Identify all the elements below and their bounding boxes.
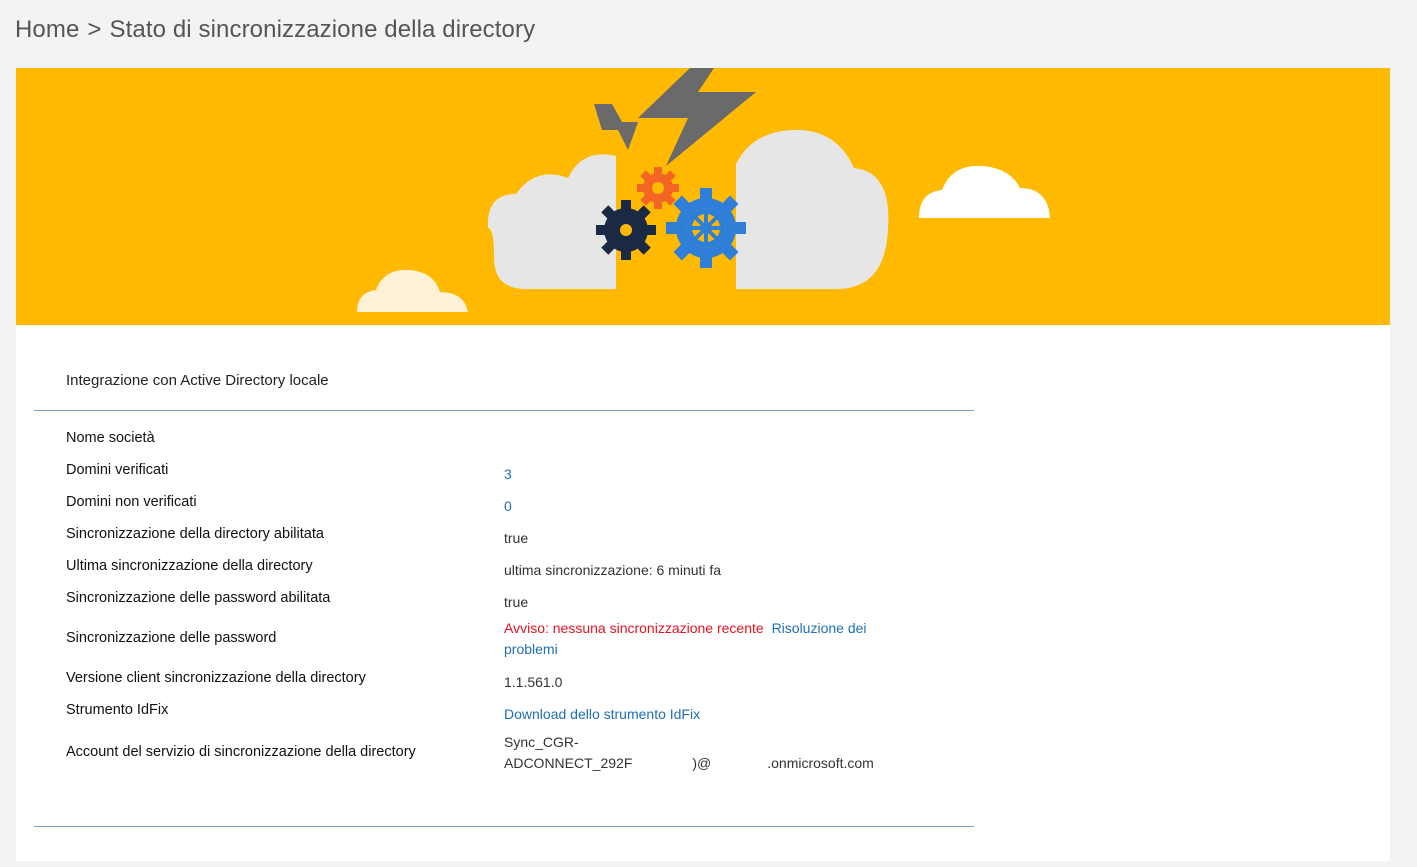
last-dirsync-label: Ultima sincronizzazione della directory [66,558,313,574]
client-version-label: Versione client sincronizzazione della d… [66,670,366,686]
lightning-bolt-icon [594,68,756,166]
client-version-value: 1.1.561.0 [504,674,563,690]
password-sync-warning: Avviso: nessuna sincronizzazione recente [504,620,764,636]
verified-domains-label: Domini verificati [66,462,169,478]
dirsync-enabled-value: true [504,530,529,546]
section-divider-top [34,410,974,411]
service-account-line1: Sync_CGR- [504,734,579,750]
service-account-label: Account del servizio di sincronizzazione… [66,744,416,760]
troubleshoot-link[interactable]: Risoluzione dei [772,620,867,636]
password-sync-status: Avviso: nessuna sincronizzazione recente… [504,618,867,660]
blue-gear-icon [666,188,746,268]
company-name-label: Nome società [66,430,155,446]
dirsync-enabled-label: Sincronizzazione della directory abilita… [66,526,324,542]
idfix-label: Strumento IdFix [66,702,169,718]
breadcrumb-current: Stato di sincronizzazione della director… [109,16,536,43]
service-account-part2: )@ [692,755,712,771]
password-sync-label: Sincronizzazione delle password [66,630,277,646]
dark-gear-icon [596,200,656,260]
service-account-part3: .onmicrosoft.com [767,755,874,771]
breadcrumb-home-link[interactable]: Home [15,16,79,43]
hero-banner [16,68,1390,325]
last-dirsync-value: ultima sincronizzazione: 6 minuti fa [504,562,722,578]
unverified-domains-label: Domini non verificati [66,494,197,510]
right-big-cloud-icon [736,129,889,289]
section-title: Integrazione con Active Directory locale [66,372,329,389]
sync-illustration [357,68,1050,312]
idfix-download-link[interactable]: Download dello strumento IdFix [504,704,700,725]
password-sync-enabled-value: true [504,594,529,610]
unverified-domains-link[interactable]: 0 [504,496,512,517]
service-account-part1: ADCONNECT_292F [504,755,633,771]
verified-domains-link[interactable]: 3 [504,464,512,485]
section-divider-bottom [34,826,974,827]
content-card: Integrazione con Active Directory locale… [16,68,1390,861]
orange-gear-icon [637,167,679,209]
left-cloud-icon [487,154,616,289]
troubleshoot-link-continued[interactable]: problemi [504,641,558,657]
small-cloud-icon [357,269,468,312]
password-sync-enabled-label: Sincronizzazione delle password abilitat… [66,590,331,606]
right-cloud-icon [919,165,1050,218]
breadcrumb: Home > Stato di sincronizzazione della dir… [15,16,535,44]
breadcrumb-separator: > [87,16,102,43]
service-account-value: Sync_CGR- ADCONNECT_292F )@ .onmicrosoft.c… [504,732,874,774]
